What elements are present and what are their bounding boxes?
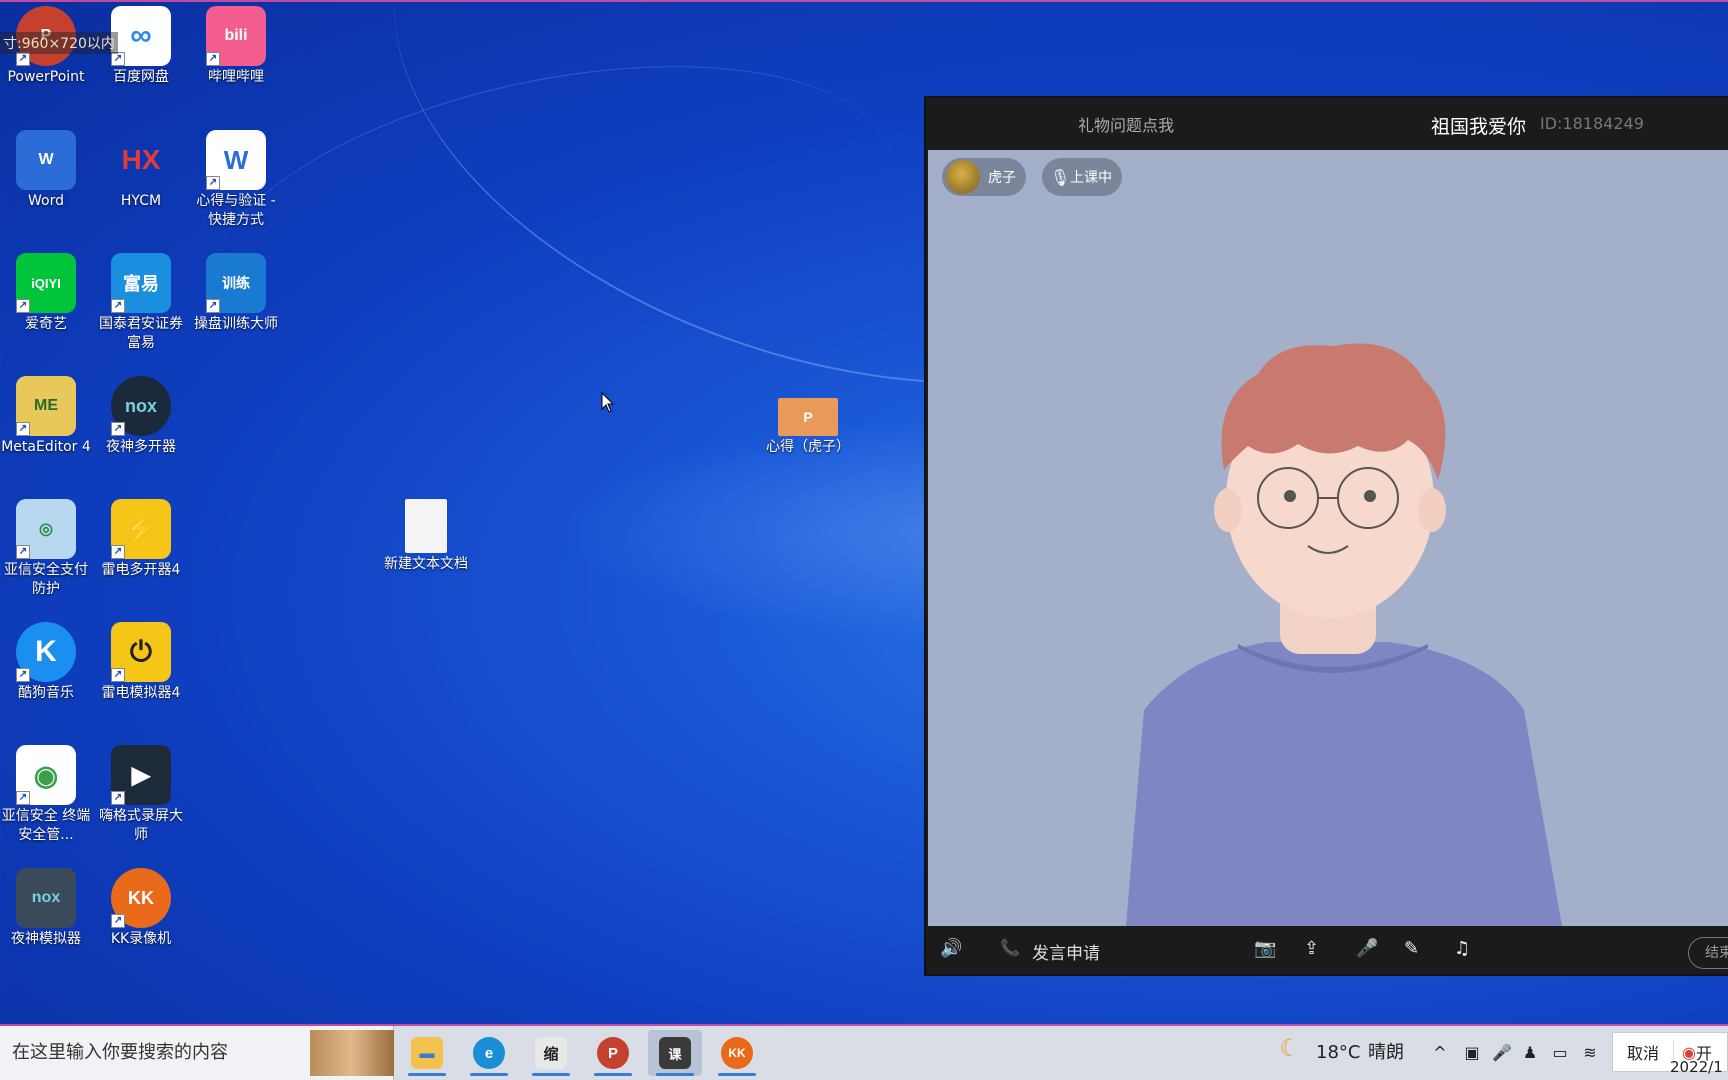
camera-off-icon[interactable]: 📷 <box>1254 938 1276 959</box>
weather-description[interactable]: 晴朗 <box>1368 1026 1404 1080</box>
teacher-video: 虎子 🎙 上课中 <box>928 150 1728 926</box>
cartoon-person-illustration <box>1126 343 1562 926</box>
battery-icon[interactable]: ▭ <box>1550 1043 1570 1063</box>
iqiyi-icon: iQIYI ↗ <box>16 253 76 313</box>
qq-icon[interactable]: ♟ <box>1520 1043 1540 1063</box>
end-class-button[interactable]: 结束 <box>1688 937 1728 969</box>
desktop-file-new-text[interactable]: 新建文本文档 <box>378 499 474 574</box>
pptx-file-icon: P <box>778 398 838 436</box>
desktop-file-pptx[interactable]: P 心得（虎子） <box>758 398 858 457</box>
live-control-bar: 🔊 📞 发言申请 📷 ⇪ 🎤 ✎ ♫ 结束 <box>926 926 1728 974</box>
taskbar-app-powerpoint[interactable]: P <box>586 1030 640 1076</box>
desktop-icon-bilibili[interactable]: bili ↗ 哔哩哔哩 <box>188 6 284 87</box>
metaeditor-icon: ME ↗ <box>16 376 76 436</box>
speaker-icon[interactable]: 🔊 <box>940 938 962 959</box>
gift-help-link[interactable]: 礼物问题点我 <box>1006 112 1246 136</box>
word-icon: W <box>16 130 76 190</box>
edit-icon[interactable]: ✎ <box>1404 938 1419 959</box>
wifi-icon[interactable]: ≋ <box>1580 1043 1600 1063</box>
room-title: 祖国我爱你 <box>1431 116 1527 138</box>
microphone-icon[interactable]: 🎤 <box>1356 938 1378 959</box>
taskbar: 在这里输入你要搜索的内容 ▬ e 缩 P 课 KK ☾ 18°C 晴朗 ^ ▣ … <box>0 1026 1728 1080</box>
apply-speak-button[interactable]: 发言申请 <box>1032 939 1100 964</box>
powerpoint-icon: P <box>597 1037 629 1069</box>
desktop-icon-hi-recorder[interactable]: ▶ ↗ 嗨格式录屏大师 <box>93 745 189 845</box>
chevron-up-icon[interactable]: ^ <box>1430 1043 1450 1063</box>
cancel-button[interactable]: 取消 <box>1613 1040 1675 1064</box>
wallpaper-streak <box>176 10 924 450</box>
desktop-icon-word-shortcut[interactable]: W ↗ 心得与验证 - 快捷方式 <box>188 130 284 230</box>
microphone-icon[interactable]: 🎤 <box>1492 1043 1512 1063</box>
kugou-icon: K ↗ <box>16 622 76 682</box>
desktop-icon-nox-multi[interactable]: nox ↗ 夜神多开器 <box>93 376 189 457</box>
kk-recorder-icon: KK ↗ <box>111 868 171 928</box>
desktop-icon-word[interactable]: W Word <box>0 130 94 211</box>
taskbar-app-edge[interactable]: e <box>462 1030 516 1076</box>
desktop-icon-asiainfo-endpoint[interactable]: ◉ ↗ 亚信安全 终端安全管... <box>0 745 94 845</box>
class-app-icon: 课 <box>659 1037 691 1069</box>
capture-size-tip: 寸:960×720以内 <box>0 32 118 54</box>
desktop-icon-ldplayer-multi[interactable]: ⚡ ↗ 雷电多开器4 <box>93 499 189 580</box>
system-tray-app-icon[interactable]: ▣ <box>1462 1043 1482 1063</box>
taskbar-app-calligraphy[interactable]: 缩 <box>524 1030 578 1076</box>
desktop-icon-asiainfo-pay[interactable]: ◎ ↗ 亚信安全支付防护 <box>0 499 94 599</box>
hi-recorder-icon: ▶ ↗ <box>111 745 171 805</box>
desktop-icon-metaeditor[interactable]: ME ↗ MetaEditor 4 <box>0 376 94 457</box>
phone-icon: 📞 <box>1000 938 1020 957</box>
desktop-icon-guotai-fuyi[interactable]: 富易 ↗ 国泰君安证券富易 <box>93 253 189 353</box>
nox-multi-icon: nox ↗ <box>111 376 171 436</box>
edge-icon: e <box>473 1037 505 1069</box>
desktop-icon-kk-recorder[interactable]: KK ↗ KK录像机 <box>93 868 189 949</box>
word-doc-shortcut-icon: W ↗ <box>206 130 266 190</box>
taskbar-app-file-explorer[interactable]: ▬ <box>400 1030 454 1076</box>
trading-trainer-icon: 训练 ↗ <box>206 253 266 313</box>
weather-moon-icon: ☾ <box>1279 1034 1301 1062</box>
ldplayer-multi-icon: ⚡ ↗ <box>111 499 171 559</box>
desktop-icon-iqiyi[interactable]: iQIYI ↗ 爱奇艺 <box>0 253 94 334</box>
nox-player-icon: nox <box>16 868 76 928</box>
baidu-netdisk-icon: ∞ ↗ <box>111 6 171 66</box>
calligraphy-app-icon: 缩 <box>535 1037 567 1069</box>
room-id: ID:18184249 <box>1540 114 1644 133</box>
taskbar-app-class[interactable]: 课 <box>648 1030 702 1076</box>
desktop-icon-kugou[interactable]: K ↗ 酷狗音乐 <box>0 622 94 703</box>
music-icon[interactable]: ♫ <box>1454 938 1470 959</box>
desktop-icon-hycm[interactable]: HX HYCM <box>93 130 189 211</box>
desktop-icon-ldplayer[interactable]: ⏻ ↗ 雷电模拟器4 <box>93 622 189 703</box>
hycm-icon: HX <box>121 144 161 175</box>
live-class-window: 礼物问题点我 祖国我爱你 ID:18184249 虎子 🎙 上课中 🔊 📞 发言… <box>924 96 1728 976</box>
screen-share-icon[interactable]: ⇪ <box>1304 938 1319 959</box>
bilibili-icon: bili ↗ <box>206 6 266 66</box>
desktop-icon-nox-player[interactable]: nox 夜神模拟器 <box>0 868 94 949</box>
taskbar-clock[interactable]: 2022/1 <box>1670 1058 1723 1076</box>
guotai-fuyi-icon: 富易 ↗ <box>111 253 171 313</box>
recording-frame-top <box>0 0 1728 2</box>
desktop-icon-trading-trainer[interactable]: 训练 ↗ 操盘训练大师 <box>188 253 284 334</box>
folder-icon: ▬ <box>411 1037 443 1069</box>
ldplayer-icon: ⏻ ↗ <box>111 622 171 682</box>
kk-recorder-icon: KK <box>721 1037 753 1069</box>
text-file-icon <box>405 499 447 553</box>
search-highlight-image <box>310 1030 394 1076</box>
asiainfo-endpoint-icon: ◉ ↗ <box>16 745 76 805</box>
asiainfo-pay-icon: ◎ ↗ <box>16 499 76 559</box>
weather-temperature[interactable]: 18°C <box>1316 1026 1360 1080</box>
taskbar-app-kk-recorder[interactable]: KK <box>710 1030 764 1076</box>
